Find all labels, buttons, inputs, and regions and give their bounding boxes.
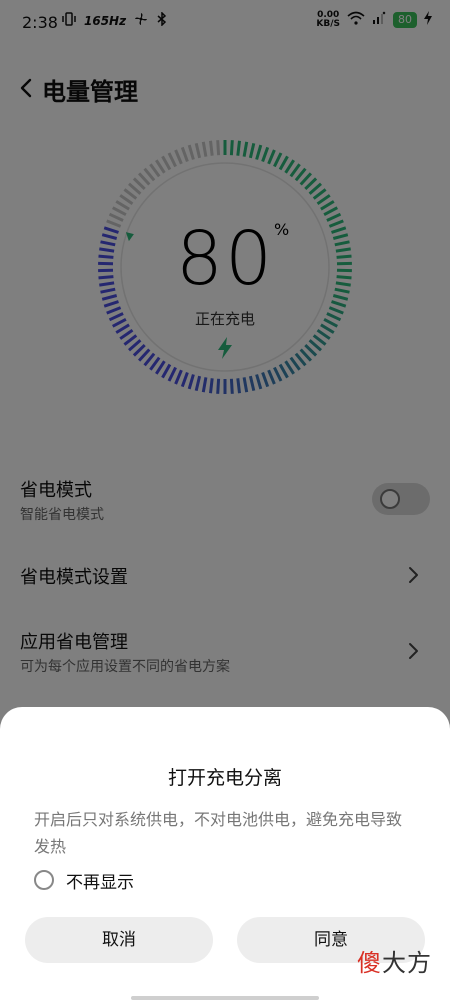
screen: 2:38 165Hz 0.00 KB/S 80 — [0, 0, 450, 1000]
dont-show-again-label: 不再显示 — [66, 872, 134, 893]
cancel-button[interactable]: 取消 — [25, 917, 213, 963]
home-indicator[interactable] — [131, 996, 319, 1000]
dialog-message: 开启后只对系统供电，不对电池供电，避免充电导致发热 — [34, 810, 403, 856]
dont-show-again-option[interactable]: 不再显示 — [34, 867, 134, 893]
watermark-first-char: 傻 — [357, 949, 382, 977]
dont-show-again-radio[interactable] — [34, 870, 54, 890]
watermark: 傻大方 — [357, 943, 432, 978]
charge-separation-dialog: 打开充电分离 开启后只对系统供电，不对电池供电，避免充电导致发热 不再显示 取消… — [0, 707, 450, 1000]
watermark-rest: 大方 — [382, 949, 432, 977]
dialog-title: 打开充电分离 — [167, 767, 282, 789]
